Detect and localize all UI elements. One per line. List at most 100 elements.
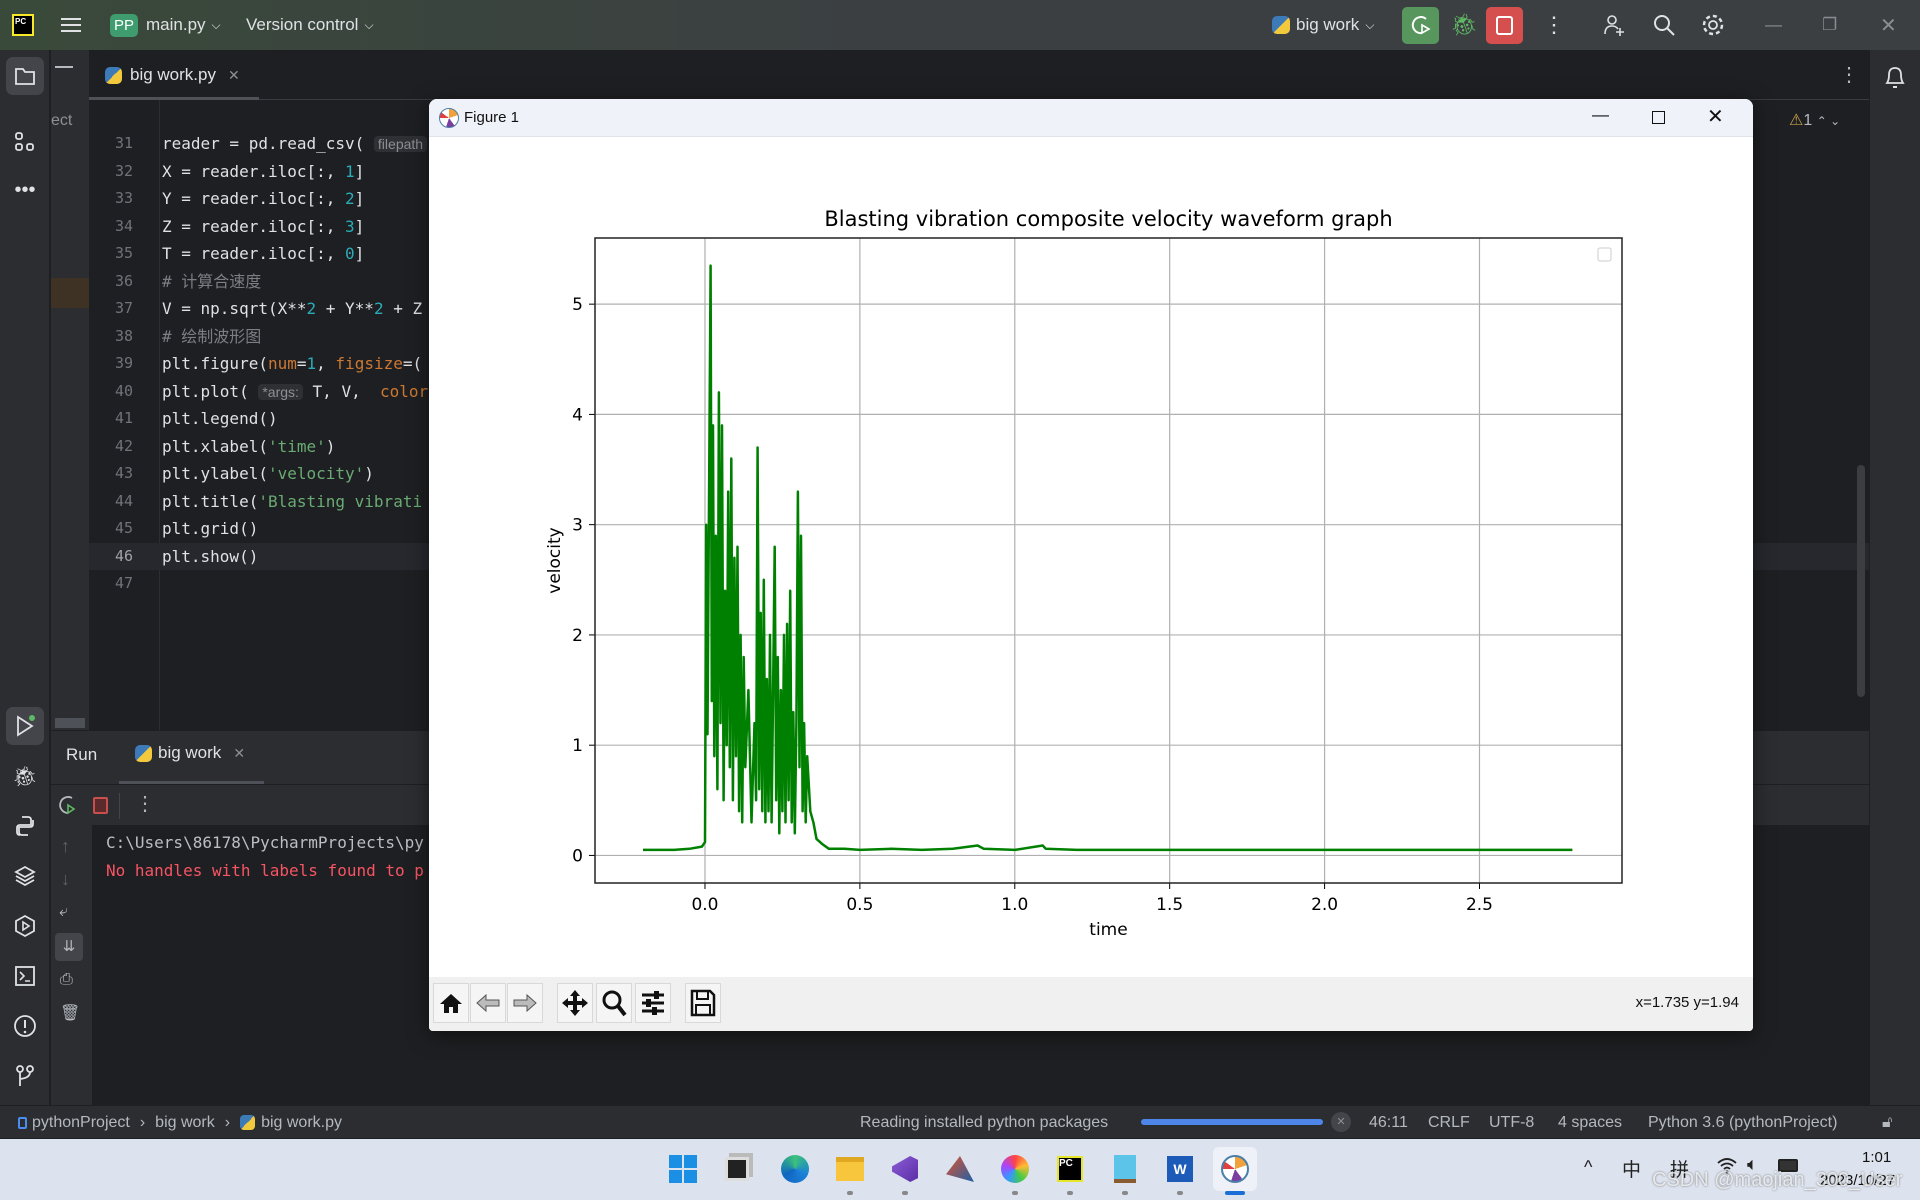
python-file-icon xyxy=(240,1115,256,1130)
problems-button[interactable] xyxy=(6,1007,44,1045)
ime-language[interactable]: 中 xyxy=(1622,1155,1641,1182)
taskbar-app-start[interactable] xyxy=(661,1147,705,1191)
home-button[interactable] xyxy=(433,983,469,1023)
background-task[interactable]: Reading installed python packages xyxy=(860,1106,1108,1139)
vertical-scrollbar[interactable] xyxy=(1857,465,1865,697)
taskbar-app-visual-studio[interactable] xyxy=(883,1147,927,1195)
rerun-icon xyxy=(59,796,76,815)
trash-icon[interactable]: 🗑︎ xyxy=(60,1003,80,1023)
back-button[interactable] xyxy=(470,983,506,1023)
print-icon[interactable]: ⎙ xyxy=(60,971,73,989)
show-hidden-icons-chevron-icon[interactable]: ^ xyxy=(1584,1157,1592,1178)
breadcrumb-project[interactable]: pythonProject xyxy=(32,1114,130,1132)
line-number: 39 xyxy=(114,354,134,373)
vcs-menu[interactable]: Version control ⌵ xyxy=(246,0,374,50)
pan-button[interactable] xyxy=(557,983,593,1023)
taskbar-app-file-explorer[interactable] xyxy=(828,1147,872,1195)
empty-legend-box xyxy=(1597,247,1612,262)
search-icon[interactable] xyxy=(1652,0,1676,50)
line-code: Y = reader.iloc[:, 2] xyxy=(162,185,364,213)
stop-button[interactable] xyxy=(1486,0,1523,50)
line-separator[interactable]: CRLF xyxy=(1428,1106,1470,1139)
close-tab-icon[interactable]: ✕ xyxy=(228,67,240,84)
lock-icon[interactable]: 🔓︎ xyxy=(1882,1106,1892,1139)
minimize-window-icon[interactable]: — xyxy=(1765,0,1782,50)
more-tools-icon[interactable]: ••• xyxy=(6,171,44,209)
breadcrumb-file[interactable]: big work.py xyxy=(261,1114,342,1132)
debug-tool-button[interactable]: 🐞︎ xyxy=(6,757,44,795)
notifications-bell-icon[interactable] xyxy=(1883,64,1907,95)
arrow-up-icon[interactable]: ↑ xyxy=(61,836,70,857)
warning-indicator[interactable]: ⚠1 ⌃ ⌄ xyxy=(1789,110,1840,130)
hide-panel-icon[interactable] xyxy=(55,66,73,68)
figure-close-icon[interactable]: ✕ xyxy=(1707,104,1724,129)
tab-options-icon[interactable]: ⋮ xyxy=(1839,62,1859,87)
more-icon[interactable]: ⋮ xyxy=(1543,0,1565,50)
services-button[interactable] xyxy=(6,907,44,945)
structure-tool-button[interactable] xyxy=(6,123,44,161)
project-selector[interactable]: PP main.py ⌵ xyxy=(110,0,221,50)
python-interpreter[interactable]: Python 3.6 (pythonProject) xyxy=(1648,1106,1837,1139)
restore-window-icon[interactable]: ❐ xyxy=(1822,0,1837,50)
caret-position[interactable]: 46:11 xyxy=(1369,1106,1408,1139)
code-token: T, V, xyxy=(302,381,380,401)
tab-big-work-py[interactable]: big work.py ✕ xyxy=(105,50,240,100)
zoom-rect-button[interactable] xyxy=(596,983,632,1023)
scroll-to-end-icon[interactable]: ⇊ xyxy=(55,933,83,961)
line-code: plt.xlabel('time') xyxy=(162,433,335,461)
add-user-icon[interactable] xyxy=(1602,0,1626,50)
configure-subplots-button[interactable] xyxy=(635,983,671,1023)
save-figure-button[interactable] xyxy=(685,983,721,1023)
taskbar-app-task-view[interactable] xyxy=(715,1147,759,1191)
soft-wrap-icon[interactable]: ⤶ xyxy=(59,903,68,921)
velocity-waveform-chart[interactable]: 0.0 0.5 1.0 1.5 2.0 2.5 0 1 2 3 4 5 Blasting vibrati… xyxy=(429,137,1753,977)
cancel-task-icon[interactable]: ✕ xyxy=(1331,1112,1351,1132)
figure-minimize-icon[interactable]: — xyxy=(1592,105,1609,125)
taskbar-app-notepad[interactable] xyxy=(1103,1147,1147,1195)
settings-gear-icon[interactable] xyxy=(1701,0,1725,50)
terminal-button[interactable] xyxy=(6,957,44,995)
stop-icon[interactable] xyxy=(93,797,108,814)
tab-run-config[interactable]: big work ✕ xyxy=(135,743,245,763)
code-token: 'Blasting vibrati xyxy=(258,491,423,511)
code-token: 2 xyxy=(373,299,384,319)
more-icon[interactable]: ⋮ xyxy=(135,791,155,816)
python-packages-button[interactable] xyxy=(6,857,44,895)
git-button[interactable] xyxy=(6,1057,44,1095)
close-window-icon[interactable]: ✕ xyxy=(1880,0,1897,50)
file-encoding[interactable]: UTF-8 xyxy=(1489,1106,1534,1139)
main-menu-icon[interactable] xyxy=(60,0,82,50)
taskbar-app-edge[interactable] xyxy=(773,1147,817,1191)
run-config-selector[interactable]: big work ⌵ xyxy=(1272,0,1374,50)
taskbar-app-matlab[interactable] xyxy=(938,1147,982,1191)
arrow-down-icon[interactable]: ↓ xyxy=(61,869,70,890)
python-console-button[interactable] xyxy=(6,807,44,845)
taskbar-app-matplotlib-figure[interactable] xyxy=(1213,1147,1257,1195)
run-tab-label: big work xyxy=(158,743,222,762)
indent-setting[interactable]: 4 spaces xyxy=(1558,1106,1622,1139)
forward-button[interactable] xyxy=(507,983,543,1023)
run-tool-button[interactable] xyxy=(6,707,44,745)
breadcrumb-folder[interactable]: big work xyxy=(155,1114,215,1132)
bug-icon: 🐞︎ xyxy=(12,765,38,788)
taskbar-app-word[interactable]: W xyxy=(1158,1147,1202,1195)
tab-run[interactable]: Run xyxy=(66,745,97,765)
close-tab-icon[interactable]: ✕ xyxy=(233,745,245,762)
rerun-button[interactable] xyxy=(1402,0,1439,50)
code-token: figsize xyxy=(335,354,403,374)
taskbar-app-color-app[interactable] xyxy=(993,1147,1037,1195)
line-number: 44 xyxy=(114,491,134,510)
taskbar-app-pycharm[interactable]: PC xyxy=(1048,1147,1092,1195)
rerun-button[interactable] xyxy=(57,793,79,822)
warning-count: 1 xyxy=(1803,112,1813,129)
x-tick-label: 2.5 xyxy=(1466,895,1493,915)
line-code: plt.title('Blasting vibrati xyxy=(162,488,422,516)
debug-button[interactable]: 🐞︎ xyxy=(1450,0,1478,50)
y-tick-label: 2 xyxy=(572,626,583,646)
run-icon xyxy=(17,715,35,737)
clock-time[interactable]: 1:01 xyxy=(1862,1149,1891,1166)
start-icon xyxy=(669,1155,697,1183)
project-tool-button[interactable] xyxy=(6,57,44,95)
figure-maximize-icon[interactable] xyxy=(1652,111,1665,124)
horizontal-scrollbar[interactable] xyxy=(55,718,85,728)
